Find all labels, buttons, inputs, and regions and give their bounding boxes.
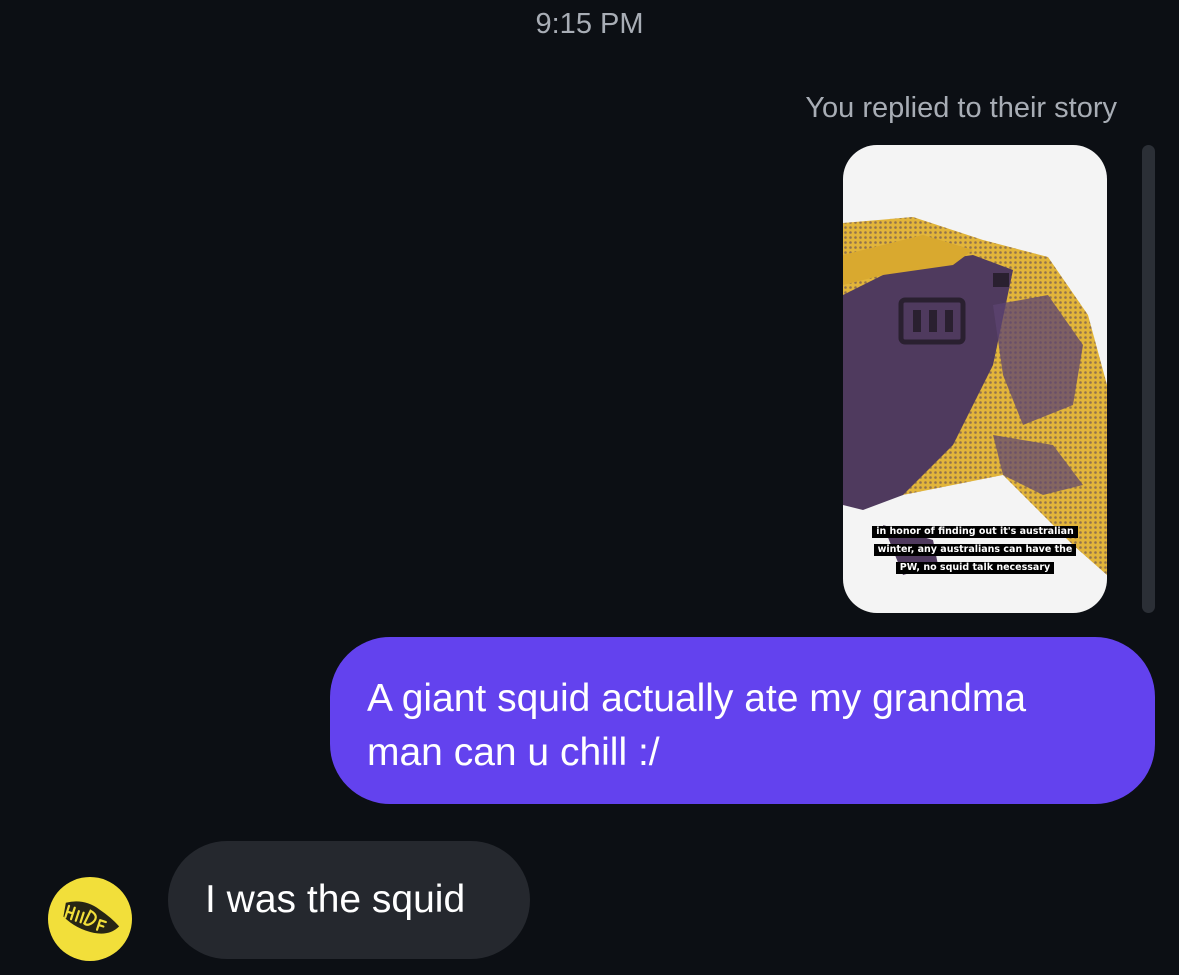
- outgoing-message-line: A giant squid actually ate my grandma: [367, 677, 1027, 720]
- incoming-message-text: I was the squid: [205, 878, 466, 921]
- contact-avatar[interactable]: [48, 877, 132, 961]
- message-timestamp: 9:15 PM: [535, 8, 644, 40]
- story-scrollbar[interactable]: [1142, 145, 1155, 613]
- story-caption-line: winter, any australians can have the: [873, 544, 1077, 556]
- story-preview-card[interactable]: in honor of finding out it's australian …: [843, 145, 1107, 613]
- incoming-message-bubble[interactable]: I was the squid: [168, 841, 530, 959]
- story-caption-line: in honor of finding out it's australian: [872, 526, 1078, 538]
- hiidef-logo-icon: [63, 901, 120, 934]
- story-reply-note: You replied to their story: [805, 92, 1117, 124]
- outgoing-message-bubble[interactable]: A giant squid actually ate my grandma ma…: [330, 637, 1155, 804]
- story-caption-line: PW, no squid talk necessary: [895, 562, 1055, 574]
- outgoing-message-line: man can u chill :/: [367, 731, 660, 774]
- story-caption: in honor of finding out it's australian …: [843, 521, 1107, 575]
